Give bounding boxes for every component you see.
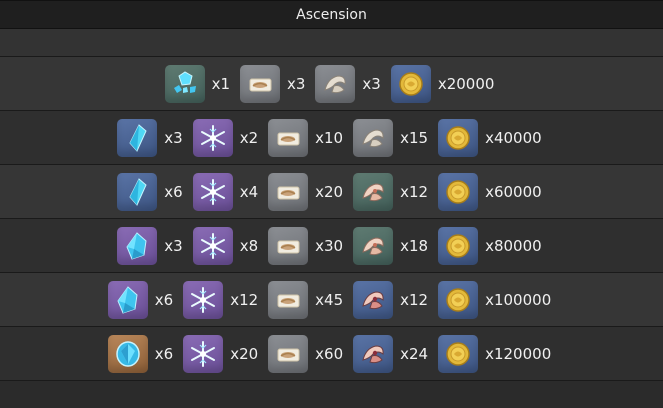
- table-row: x6 x4 x20 x12 x60000: [0, 165, 663, 219]
- material-quantity: x30: [315, 236, 344, 255]
- material-quantity: x20000: [437, 74, 495, 93]
- horn-material-tier2-icon: [353, 172, 394, 211]
- material-item[interactable]: x6: [107, 334, 177, 373]
- mora-coin-icon: [438, 172, 479, 211]
- material-item[interactable]: x6: [117, 172, 186, 211]
- ascension-table: Ascension x1 x3 x3 x20000 x3 x2 x10 x15 x40000 x6…: [0, 0, 663, 407]
- material-quantity: x10: [315, 128, 344, 147]
- material-item[interactable]: x3: [117, 226, 186, 265]
- material-item[interactable]: x10: [268, 118, 347, 157]
- ice-crystal-chunk-icon: [164, 64, 205, 103]
- material-quantity: x20: [230, 344, 259, 363]
- material-item[interactable]: x45: [268, 280, 347, 319]
- scroll-material-icon: [268, 226, 309, 265]
- scroll-material-icon: [268, 280, 309, 319]
- table-row: x6 x12 x45 x12 x100000: [0, 273, 663, 327]
- material-quantity: x120000: [485, 344, 552, 363]
- mora-coin-icon: [438, 334, 479, 373]
- table-header: Ascension: [0, 1, 663, 29]
- material-item[interactable]: x8: [192, 226, 262, 265]
- spacer-row-bottom: [0, 381, 663, 407]
- material-quantity: x3: [362, 74, 381, 93]
- ascension-rows: x1 x3 x3 x20000 x3 x2 x10 x15 x40000 x6 x4 x20 x12 x6…: [0, 57, 663, 381]
- material-quantity: x80000: [485, 236, 542, 255]
- material-quantity: x60: [315, 344, 344, 363]
- mora-coin-icon: [390, 64, 431, 103]
- snowflake-specialty-icon: [192, 118, 233, 157]
- material-quantity: x40000: [485, 128, 542, 147]
- material-quantity: x8: [239, 236, 259, 255]
- mora-coin-icon: [438, 226, 479, 265]
- material-item[interactable]: x60: [268, 334, 347, 373]
- ice-crystal-sliver-icon: [117, 172, 158, 211]
- material-item[interactable]: x120000: [438, 334, 555, 373]
- material-quantity: x6: [164, 182, 183, 201]
- ice-crystal-gemstone-icon: [107, 334, 148, 373]
- material-item[interactable]: x100000: [438, 280, 555, 319]
- material-item[interactable]: x60000: [438, 172, 546, 211]
- material-item[interactable]: x15: [353, 118, 432, 157]
- material-item[interactable]: x4: [192, 172, 262, 211]
- scroll-material-icon: [239, 64, 280, 103]
- snowflake-specialty-icon: [183, 334, 224, 373]
- scroll-material-icon: [268, 172, 309, 211]
- material-quantity: x24: [400, 344, 429, 363]
- material-item[interactable]: x20: [268, 172, 347, 211]
- snowflake-specialty-icon: [192, 226, 233, 265]
- ice-crystal-fragment-icon: [107, 280, 148, 319]
- table-row: x1 x3 x3 x20000: [0, 57, 663, 111]
- horn-material-tier3-icon: [353, 334, 394, 373]
- material-quantity: x3: [286, 74, 306, 93]
- horn-material-tier2-icon: [353, 226, 394, 265]
- snowflake-specialty-icon: [192, 172, 233, 211]
- material-item[interactable]: x80000: [438, 226, 546, 265]
- material-quantity: x4: [239, 182, 259, 201]
- horn-material-icon: [315, 64, 356, 103]
- material-item[interactable]: x20000: [390, 64, 499, 103]
- material-quantity: x6: [154, 290, 174, 309]
- material-item[interactable]: x3: [315, 64, 384, 103]
- ice-crystal-sliver-icon: [117, 118, 158, 157]
- ice-crystal-fragment-icon: [117, 226, 158, 265]
- material-item[interactable]: x30: [268, 226, 347, 265]
- material-quantity: x45: [315, 290, 344, 309]
- material-quantity: x15: [400, 128, 429, 147]
- material-quantity: x2: [239, 128, 259, 147]
- material-item[interactable]: x3: [239, 64, 309, 103]
- material-quantity: x18: [400, 236, 429, 255]
- material-quantity: x12: [400, 182, 429, 201]
- table-row: x3 x8 x30 x18 x80000: [0, 219, 663, 273]
- material-quantity: x20: [315, 182, 344, 201]
- material-item[interactable]: x6: [107, 280, 177, 319]
- spacer-row: [0, 29, 663, 57]
- material-quantity: x12: [400, 290, 429, 309]
- material-item[interactable]: x12: [353, 280, 432, 319]
- material-quantity: x12: [230, 290, 259, 309]
- material-item[interactable]: x12: [183, 280, 262, 319]
- material-item[interactable]: x1: [164, 64, 234, 103]
- horn-material-tier3-icon: [353, 280, 394, 319]
- material-item[interactable]: x2: [192, 118, 262, 157]
- material-quantity: x60000: [485, 182, 542, 201]
- horn-material-icon: [353, 118, 394, 157]
- mora-coin-icon: [438, 118, 479, 157]
- scroll-material-icon: [268, 334, 309, 373]
- scroll-material-icon: [268, 118, 309, 157]
- material-quantity: x3: [164, 236, 183, 255]
- material-quantity: x6: [154, 344, 174, 363]
- material-quantity: x3: [164, 128, 183, 147]
- material-quantity: x1: [211, 74, 230, 93]
- material-item[interactable]: x3: [117, 118, 186, 157]
- table-row: x3 x2 x10 x15 x40000: [0, 111, 663, 165]
- mora-coin-icon: [438, 280, 479, 319]
- table-title: Ascension: [296, 6, 367, 23]
- material-quantity: x100000: [485, 290, 552, 309]
- material-item[interactable]: x18: [353, 226, 432, 265]
- material-item[interactable]: x24: [353, 334, 432, 373]
- table-row: x6 x20 x60 x24 x120000: [0, 327, 663, 381]
- material-item[interactable]: x12: [353, 172, 432, 211]
- material-item[interactable]: x40000: [438, 118, 546, 157]
- snowflake-specialty-icon: [183, 280, 224, 319]
- material-item[interactable]: x20: [183, 334, 262, 373]
